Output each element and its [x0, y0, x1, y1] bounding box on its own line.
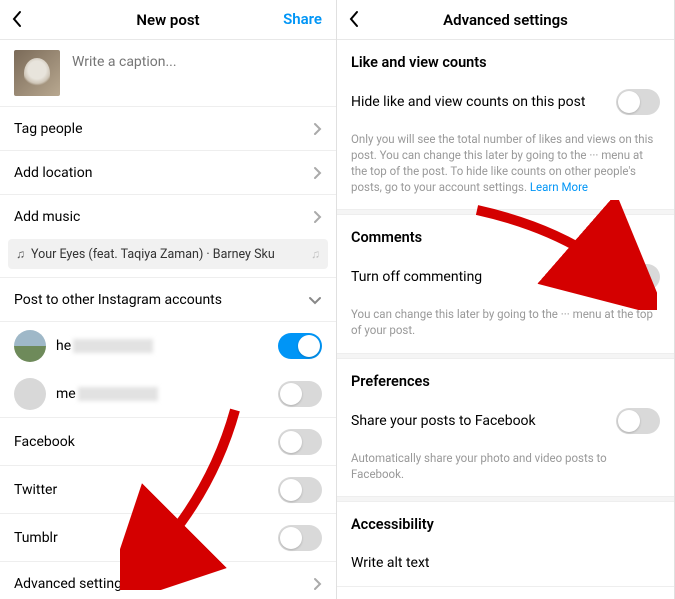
music-note-icon: ♫: [16, 247, 25, 261]
twitter-label: Twitter: [14, 482, 278, 498]
account-name: me: [56, 386, 76, 402]
chevron-right-icon: [312, 577, 322, 591]
tag-people-row[interactable]: Tag people: [0, 107, 336, 151]
avatar: [14, 378, 46, 410]
section-heading-comments: Comments: [337, 215, 674, 254]
hide-likes-help: Only you will see the total number of li…: [337, 125, 674, 209]
avatar: [14, 330, 46, 362]
hide-likes-toggle[interactable]: [616, 89, 660, 115]
post-other-label: Post to other Instagram accounts: [14, 292, 308, 308]
add-location-row[interactable]: Add location: [0, 151, 336, 195]
hide-likes-row: Hide like and view counts on this post: [337, 79, 674, 125]
caption-input[interactable]: [72, 54, 322, 70]
tumblr-label: Tumblr: [14, 530, 278, 546]
share-facebook-row: Share your posts to Facebook: [337, 398, 674, 444]
post-other-accounts-row[interactable]: Post to other Instagram accounts: [0, 278, 336, 322]
tag-people-label: Tag people: [14, 121, 312, 137]
section-heading-likes: Like and view counts: [337, 40, 674, 79]
account-name: he: [56, 338, 71, 354]
music-note-icon: ♫: [311, 247, 320, 261]
advanced-settings-label: Advanced settings: [14, 576, 312, 592]
caption-row: [0, 40, 336, 107]
facebook-label: Facebook: [14, 434, 278, 450]
twitter-row: Twitter: [0, 466, 336, 514]
page-title: Advanced settings: [443, 11, 568, 29]
preferences-help: Automatically share your photo and video…: [337, 444, 674, 496]
account-toggle[interactable]: [278, 333, 322, 359]
twitter-toggle[interactable]: [278, 477, 322, 503]
turn-off-commenting-label: Turn off commenting: [351, 269, 482, 285]
turn-off-commenting-toggle[interactable]: [616, 264, 660, 290]
music-chip-label: Your Eyes (feat. Taqiya Zaman) · Barney …: [31, 247, 275, 262]
share-facebook-label: Share your posts to Facebook: [351, 413, 536, 429]
chevron-right-icon: [312, 166, 322, 180]
share-facebook-toggle[interactable]: [616, 408, 660, 434]
chevron-right-icon: [312, 122, 322, 136]
facebook-row: Facebook: [0, 418, 336, 466]
write-alt-text-label: Write alt text: [351, 555, 430, 571]
add-location-label: Add location: [14, 165, 312, 181]
back-icon[interactable]: [10, 10, 24, 28]
comments-help: You can change this later by going to th…: [337, 300, 674, 352]
tumblr-toggle[interactable]: [278, 525, 322, 551]
advanced-settings-row[interactable]: Advanced settings: [0, 562, 336, 599]
header: Advanced settings: [337, 0, 674, 40]
write-alt-text-row[interactable]: Write alt text: [337, 541, 674, 587]
page-title: New post: [136, 11, 199, 29]
facebook-toggle[interactable]: [278, 429, 322, 455]
chevron-down-icon: [308, 295, 322, 305]
redacted-text: [78, 387, 158, 401]
account-toggle[interactable]: [278, 381, 322, 407]
post-thumbnail[interactable]: [14, 50, 60, 96]
chevron-right-icon: [312, 210, 322, 224]
add-music-label: Add music: [14, 209, 312, 225]
header: New post Share: [0, 0, 336, 40]
back-icon[interactable]: [347, 10, 361, 28]
hide-likes-label: Hide like and view counts on this post: [351, 94, 585, 110]
account-row: he: [0, 322, 336, 370]
redacted-text: [73, 339, 153, 353]
section-heading-accessibility: Accessibility: [337, 502, 674, 541]
add-music-row[interactable]: Add music: [0, 195, 336, 239]
account-row: me: [0, 370, 336, 418]
turn-off-commenting-row: Turn off commenting: [337, 254, 674, 300]
music-suggestion-chip[interactable]: ♫ Your Eyes (feat. Taqiya Zaman) · Barne…: [8, 239, 328, 269]
learn-more-link[interactable]: Learn More: [530, 180, 588, 194]
tumblr-row: Tumblr: [0, 514, 336, 562]
share-button[interactable]: Share: [283, 10, 322, 28]
section-heading-preferences: Preferences: [337, 359, 674, 398]
